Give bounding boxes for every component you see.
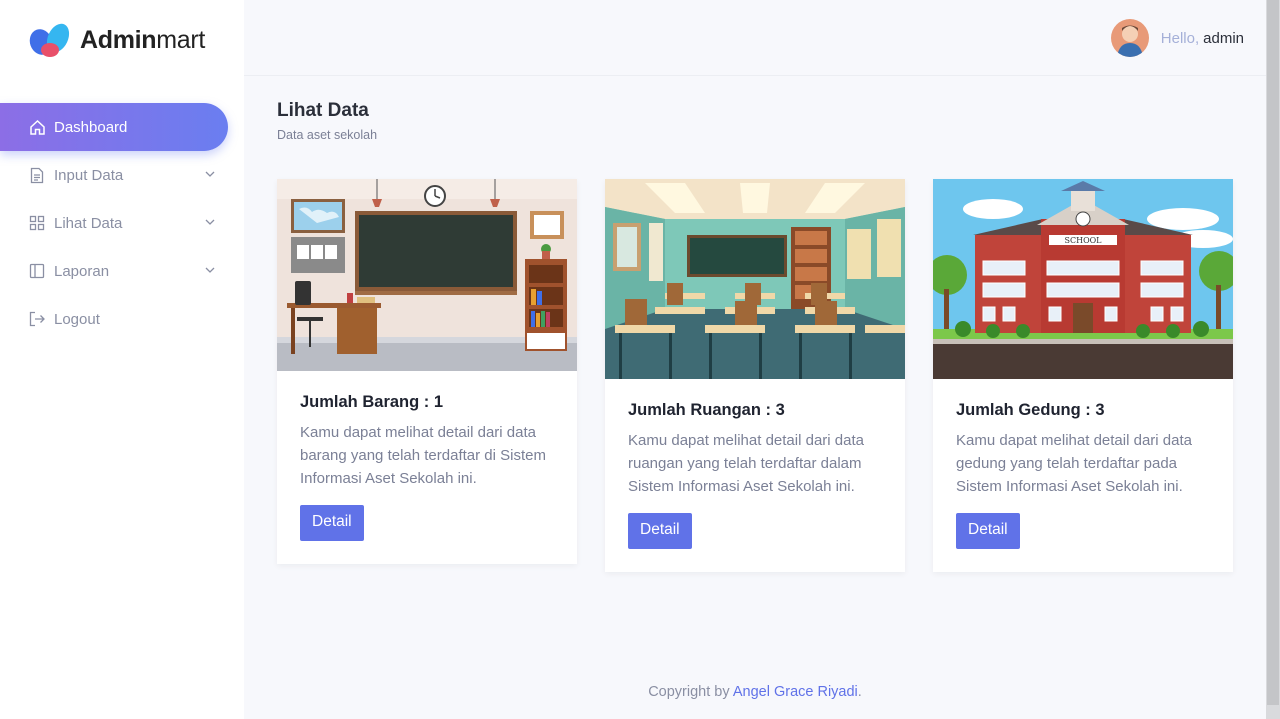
page-scrollbar[interactable] <box>1266 0 1280 719</box>
sidebar-item-label: Input Data <box>54 166 124 184</box>
brand-name: Adminmart <box>80 25 206 54</box>
chevron-down-icon <box>205 219 215 225</box>
home-icon <box>28 118 46 136</box>
school-building-image: SCHOOL <box>933 179 1233 379</box>
footer: Copyright by Angel Grace Riyadi. <box>244 684 1266 700</box>
logout-icon <box>28 310 46 328</box>
svg-text:SCHOOL: SCHOOL <box>1064 236 1102 245</box>
card-title: Jumlah Ruangan : 3 <box>628 401 785 419</box>
document-icon <box>28 166 46 184</box>
footer-author-link[interactable]: Angel Grace Riyadi <box>733 684 858 700</box>
page-title: Lihat Data <box>277 100 369 121</box>
avatar[interactable] <box>1110 19 1149 57</box>
sidebar-item-input-data[interactable]: Input Data <box>0 151 244 199</box>
grid-icon <box>28 214 46 232</box>
username: admin <box>1203 29 1244 47</box>
sidebar: Adminmart Dashboard Input Data Lihat Dat… <box>0 0 244 719</box>
card-gedung: SCHOOL Jumlah Gedung : 3 Kamu dapat meli… <box>933 179 1233 572</box>
greeting-text: Hello, <box>1160 29 1200 47</box>
card-description: Kamu dapat melihat detail dari data bara… <box>300 424 546 487</box>
sidebar-item-label: Logout <box>54 310 100 328</box>
card-description: Kamu dapat melihat detail dari data ruan… <box>628 432 864 495</box>
classroom-teacher-desk-image <box>277 179 577 371</box>
chevron-down-icon <box>205 267 215 273</box>
scrollbar-thumb[interactable] <box>1267 0 1279 705</box>
footer-suffix: . <box>857 684 862 700</box>
sidebar-item-dashboard[interactable]: Dashboard <box>0 103 228 151</box>
detail-button[interactable]: Detail <box>628 513 692 549</box>
topbar: Hello, admin <box>244 0 1266 76</box>
card-ruangan: Jumlah Ruangan : 3 Kamu dapat melihat de… <box>605 179 905 572</box>
butterfly-logo-icon <box>29 23 70 57</box>
user-menu[interactable]: Hello, admin <box>1110 18 1244 58</box>
layout-icon <box>28 262 46 280</box>
card-title: Jumlah Gedung : 3 <box>956 401 1105 419</box>
card-title: Jumlah Barang : 1 <box>300 393 444 411</box>
card-description: Kamu dapat melihat detail dari data gedu… <box>956 432 1192 495</box>
detail-button[interactable]: Detail <box>956 513 1020 549</box>
detail-button[interactable]: Detail <box>300 505 364 541</box>
sidebar-item-laporan[interactable]: Laporan <box>0 247 244 295</box>
sidebar-menu: Dashboard Input Data Lihat Data Laporan <box>0 103 244 343</box>
chevron-down-icon <box>205 171 215 177</box>
footer-prefix: Copyright by <box>648 684 730 700</box>
brand-logo[interactable]: Adminmart <box>28 20 205 60</box>
sidebar-item-logout[interactable]: Logout <box>0 295 244 343</box>
sidebar-item-label: Dashboard <box>54 118 128 136</box>
sidebar-item-label: Laporan <box>54 262 110 280</box>
card-barang: Jumlah Barang : 1 Kamu dapat melihat det… <box>277 179 577 564</box>
page-subtitle: Data aset sekolah <box>277 128 378 142</box>
sidebar-item-label: Lihat Data <box>54 214 123 232</box>
sidebar-item-lihat-data[interactable]: Lihat Data <box>0 199 244 247</box>
classroom-desks-image <box>605 179 905 379</box>
